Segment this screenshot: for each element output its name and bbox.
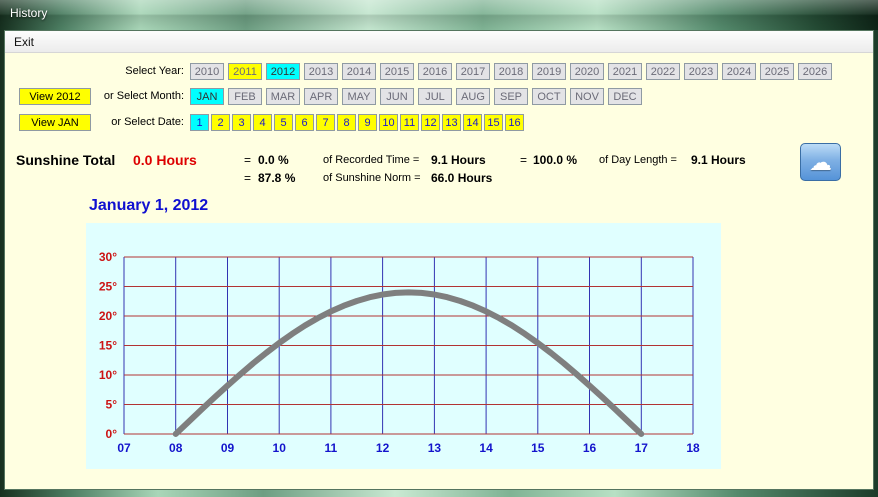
svg-text:5°: 5° [106, 398, 118, 412]
select-month-label: or Select Month: [103, 90, 184, 102]
year-button-2011[interactable]: 2011 [228, 63, 262, 80]
date-button-6[interactable]: 6 [295, 114, 314, 131]
recorded-time-percent: 0.0 % [258, 153, 289, 167]
recorded-time-label: of Recorded Time = [323, 154, 420, 166]
svg-text:25°: 25° [99, 280, 117, 294]
sun-elevation-curve: 0° 5° 10° 15° 20° 25° 30° 07 08 09 10 11 12 13 14 15 16 1… [99, 250, 700, 455]
year-button-2013[interactable]: 2013 [304, 63, 338, 80]
year-row: Select Year: 2010 2011 2012 2013 2014 2015 201… [5, 63, 873, 81]
month-button-dec[interactable]: DEC [608, 88, 642, 105]
history-window: History Exit Select Year: 2010 2011 2012 20… [0, 0, 878, 497]
svg-text:11: 11 [325, 441, 338, 455]
sunshine-norm-value: 66.0 Hours [431, 171, 493, 185]
content-area: Select Year: 2010 2011 2012 2013 2014 2015 201… [5, 53, 873, 489]
svg-text:20°: 20° [99, 309, 117, 323]
date-button-11[interactable]: 11 [400, 114, 419, 131]
svg-text:17: 17 [635, 441, 649, 455]
year-button-2018[interactable]: 2018 [494, 63, 528, 80]
date-buttons: 1 2 3 4 5 6 7 8 9 10 11 12 13 14 15 16 [190, 114, 524, 131]
svg-text:30°: 30° [99, 250, 117, 264]
month-button-jun[interactable]: JUN [380, 88, 414, 105]
menubar: Exit [5, 31, 873, 53]
month-button-feb[interactable]: FEB [228, 88, 262, 105]
svg-text:18: 18 [686, 441, 700, 455]
month-button-mar[interactable]: MAR [266, 88, 300, 105]
year-button-2020[interactable]: 2020 [570, 63, 604, 80]
date-button-5[interactable]: 5 [274, 114, 293, 131]
date-button-13[interactable]: 13 [442, 114, 461, 131]
year-button-2019[interactable]: 2019 [532, 63, 566, 80]
month-button-aug[interactable]: AUG [456, 88, 490, 105]
month-button-jan[interactable]: JAN [190, 88, 224, 105]
month-button-may[interactable]: MAY [342, 88, 376, 105]
year-buttons: 2010 2011 2012 2013 2014 2015 2016 2017 2018 2019… [190, 63, 832, 80]
date-button-8[interactable]: 8 [337, 114, 356, 131]
year-button-2021[interactable]: 2021 [608, 63, 642, 80]
year-button-2010[interactable]: 2010 [190, 63, 224, 80]
select-year-label: Select Year: [125, 65, 184, 77]
equals-sign: = [244, 171, 252, 185]
menu-exit[interactable]: Exit [5, 33, 43, 51]
svg-text:10: 10 [273, 441, 287, 455]
equals-sign: = [244, 153, 252, 167]
svg-text:16: 16 [583, 441, 597, 455]
date-button-3[interactable]: 3 [232, 114, 251, 131]
month-button-apr[interactable]: APR [304, 88, 338, 105]
year-button-2012[interactable]: 2012 [266, 63, 300, 80]
month-button-sep[interactable]: SEP [494, 88, 528, 105]
year-button-2014[interactable]: 2014 [342, 63, 376, 80]
svg-text:09: 09 [221, 441, 235, 455]
svg-text:15°: 15° [99, 339, 117, 353]
chart-date-title: January 1, 2012 [89, 197, 209, 214]
date-button-1[interactable]: 1 [190, 114, 209, 131]
date-button-12[interactable]: 12 [421, 114, 440, 131]
client-area: Exit Select Year: 2010 2011 2012 2013 2014 20… [4, 30, 874, 490]
date-button-7[interactable]: 7 [316, 114, 335, 131]
svg-text:07: 07 [117, 441, 131, 455]
svg-text:08: 08 [169, 441, 183, 455]
svg-text:0°: 0° [106, 427, 118, 441]
year-button-2023[interactable]: 2023 [684, 63, 718, 80]
sunshine-norm-percent: 87.8 % [258, 171, 296, 185]
cloud-icon: ☁ [809, 148, 832, 175]
date-button-15[interactable]: 15 [484, 114, 503, 131]
month-button-nov[interactable]: NOV [570, 88, 604, 105]
sunshine-total-value: 0.0 Hours [133, 152, 197, 168]
date-button-16[interactable]: 16 [505, 114, 524, 131]
year-button-2017[interactable]: 2017 [456, 63, 490, 80]
year-button-2015[interactable]: 2015 [380, 63, 414, 80]
year-button-2024[interactable]: 2024 [722, 63, 756, 80]
weather-icon-button[interactable]: ☁ [800, 143, 841, 181]
year-button-2025[interactable]: 2025 [760, 63, 794, 80]
date-button-2[interactable]: 2 [211, 114, 230, 131]
svg-text:15: 15 [531, 441, 545, 455]
date-button-14[interactable]: 14 [463, 114, 482, 131]
year-button-2026[interactable]: 2026 [798, 63, 832, 80]
date-button-10[interactable]: 10 [379, 114, 398, 131]
sunshine-total-label: Sunshine Total [16, 152, 116, 168]
select-date-label: or Select Date: [111, 116, 184, 128]
sunshine-norm-label: of Sunshine Norm = [323, 172, 421, 184]
svg-text:12: 12 [376, 441, 390, 455]
window-title: History [10, 6, 48, 20]
day-length-value: 9.1 Hours [691, 153, 746, 167]
day-length-percent: 100.0 % [533, 153, 578, 167]
month-button-oct[interactable]: OCT [532, 88, 566, 105]
date-row: View JAN or Select Date: 1 2 3 4 5 6 7 8 9 10 11 12… [5, 114, 873, 132]
svg-text:10°: 10° [99, 368, 117, 382]
year-button-2016[interactable]: 2016 [418, 63, 452, 80]
equals-sign: = [520, 153, 528, 167]
day-length-label: of Day Length = [599, 154, 677, 166]
svg-text:13: 13 [428, 441, 442, 455]
date-button-4[interactable]: 4 [253, 114, 272, 131]
sun-elevation-chart: 0° 5° 10° 15° 20° 25° 30° 07 08 09 10 11 12 13 14 15 16 1… [86, 223, 721, 469]
month-buttons: JAN FEB MAR APR MAY JUN JUL AUG SEP OCT NOV DEC [190, 88, 642, 105]
svg-text:14: 14 [479, 441, 493, 455]
month-button-jul[interactable]: JUL [418, 88, 452, 105]
titlebar[interactable]: History [0, 0, 878, 30]
month-row: View 2012 or Select Month: JAN FEB MAR APR M… [5, 88, 873, 106]
recorded-time-value: 9.1 Hours [431, 153, 486, 167]
date-button-9[interactable]: 9 [358, 114, 377, 131]
year-button-2022[interactable]: 2022 [646, 63, 680, 80]
